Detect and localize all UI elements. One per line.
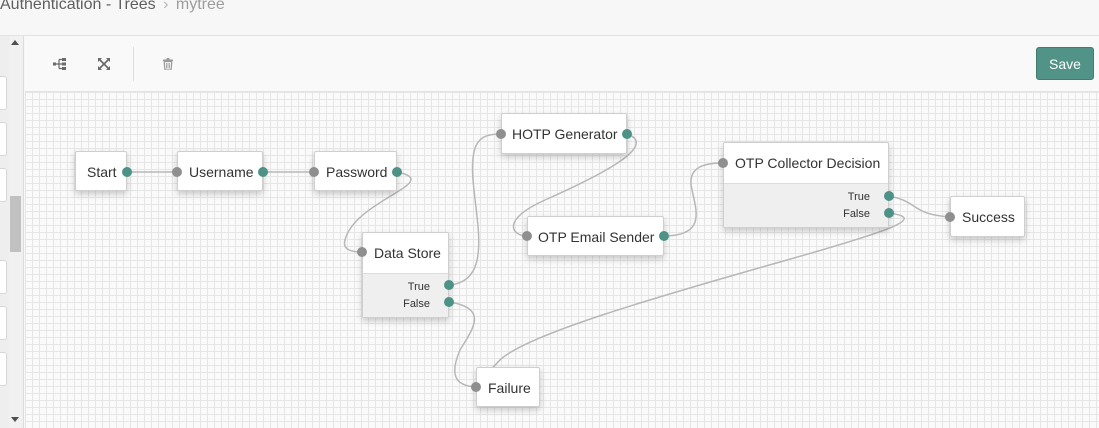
node-palette-rail — [0, 36, 24, 428]
outcome-false-label: False — [403, 298, 430, 310]
expand-arrows-icon — [98, 58, 110, 70]
delete-button[interactable] — [155, 52, 181, 76]
scroll-down-arrow-icon[interactable] — [11, 417, 19, 422]
outcome-false-label: False — [843, 208, 870, 220]
node-title: HOTP Generator — [512, 126, 618, 142]
page-header: Authentication - Trees › mytree — [0, 0, 1099, 36]
toolbar-divider — [133, 47, 134, 81]
breadcrumb: Authentication - Trees › mytree — [0, 0, 225, 14]
otp-collector-true-port[interactable] — [884, 191, 894, 201]
failure-input-port[interactable] — [471, 382, 481, 392]
save-button[interactable]: Save — [1036, 47, 1094, 80]
node-failure[interactable]: Failure — [476, 367, 540, 407]
outcome-true-label: True — [407, 281, 430, 293]
password-input-port[interactable] — [309, 167, 319, 177]
palette-item[interactable] — [0, 260, 7, 294]
breadcrumb-separator: › — [163, 0, 169, 13]
node-title: OTP Collector Decision — [735, 155, 881, 171]
tree-structure-icon — [53, 58, 66, 70]
palette-item[interactable] — [0, 306, 7, 340]
node-title: Success — [962, 209, 1015, 225]
trash-icon — [163, 58, 173, 70]
outcome-true-label: True — [847, 191, 870, 203]
node-outcomes: True False — [724, 183, 888, 227]
node-start[interactable]: Start — [75, 151, 127, 191]
editor-toolbar: Save — [25, 37, 1099, 92]
node-title: Failure — [488, 380, 531, 396]
data-store-input-port[interactable] — [357, 247, 367, 257]
hotp-generator-output-port[interactable] — [622, 129, 632, 139]
breadcrumb-section-link[interactable]: Authentication - Trees — [0, 0, 156, 13]
node-data-store[interactable]: Data Store True False — [362, 232, 449, 318]
otp-email-sender-output-port[interactable] — [659, 231, 669, 241]
node-outcomes: True False — [363, 273, 448, 317]
fullscreen-button[interactable] — [91, 52, 117, 76]
node-otp-collector-decision[interactable]: OTP Collector Decision True False — [723, 142, 889, 228]
palette-item[interactable] — [0, 352, 7, 386]
node-hotp-generator[interactable]: HOTP Generator — [501, 113, 627, 154]
data-store-false-port[interactable] — [444, 297, 454, 307]
palette-item[interactable] — [0, 76, 7, 110]
password-output-port[interactable] — [392, 167, 402, 177]
otp-collector-input-port[interactable] — [718, 158, 728, 168]
breadcrumb-current: mytree — [175, 0, 225, 13]
node-title: OTP Email Sender — [538, 229, 655, 245]
node-username[interactable]: Username — [177, 151, 263, 191]
node-title: Password — [326, 164, 388, 180]
otp-email-sender-input-port[interactable] — [522, 231, 532, 241]
hotp-generator-input-port[interactable] — [496, 129, 506, 139]
username-output-port[interactable] — [258, 167, 268, 177]
scrollbar-thumb[interactable] — [10, 196, 21, 252]
node-success[interactable]: Success — [950, 196, 1025, 237]
node-password[interactable]: Password — [314, 151, 397, 191]
node-title: Data Store — [374, 245, 441, 261]
start-output-port[interactable] — [122, 167, 132, 177]
palette-item[interactable] — [0, 168, 7, 202]
scroll-up-arrow-icon[interactable] — [11, 40, 19, 45]
node-title: Username — [189, 164, 254, 180]
tree-layout-button[interactable] — [47, 52, 73, 76]
username-input-port[interactable] — [172, 167, 182, 177]
otp-collector-false-port[interactable] — [884, 208, 894, 218]
success-input-port[interactable] — [945, 212, 955, 222]
node-title: Start — [87, 164, 117, 180]
data-store-true-port[interactable] — [444, 280, 454, 290]
palette-item[interactable] — [0, 122, 7, 156]
node-otp-email-sender[interactable]: OTP Email Sender — [527, 216, 664, 256]
